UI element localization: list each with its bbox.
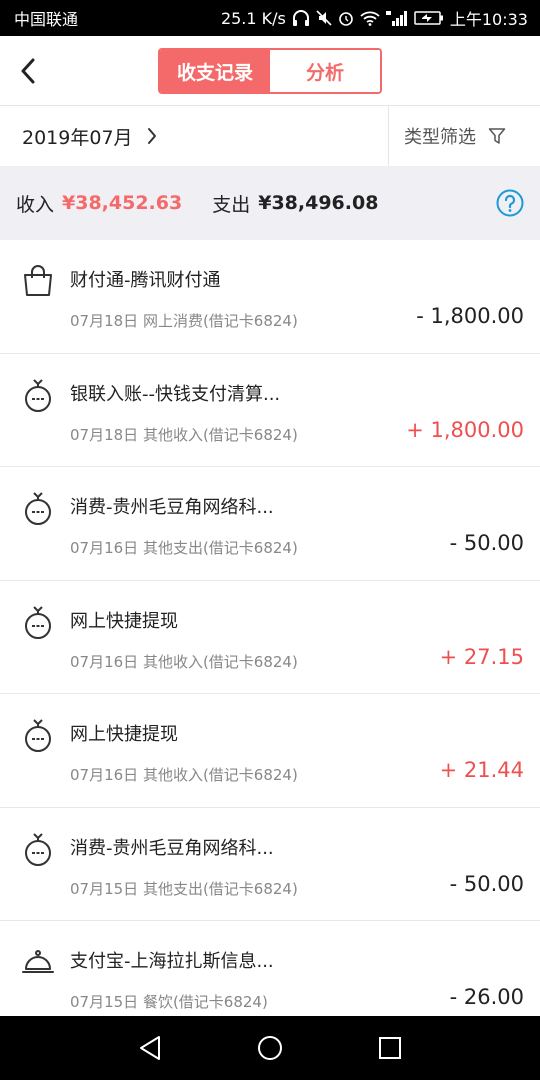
money-bag-icon <box>25 719 51 752</box>
back-button[interactable] <box>10 53 46 89</box>
tab-analysis[interactable]: 分析 <box>270 50 380 92</box>
transaction-subtitle: 07月16日 其他支出(借记卡6824) <box>70 539 298 557</box>
segmented-control: 收支记录 分析 <box>158 48 382 94</box>
month-selector[interactable]: 2019年07月 <box>22 106 157 166</box>
filter-divider <box>388 106 389 166</box>
type-filter-button[interactable]: 类型筛选 <box>404 106 506 166</box>
transaction-amount: + 27.15 <box>439 644 524 669</box>
transaction-row[interactable]: 银联入账--快钱支付清算... 07月18日 其他收入(借记卡6824) + 1… <box>0 353 540 467</box>
transaction-amount: + 1,800.00 <box>406 417 524 442</box>
transaction-title: 网上快捷提现 <box>70 610 178 632</box>
transaction-row[interactable]: 消费-贵州毛豆角网络科... 07月16日 其他支出(借记卡6824) - 50… <box>0 467 540 581</box>
wifi-icon <box>360 11 380 26</box>
carrier-name: 中国联通 <box>14 10 79 29</box>
transaction-title: 银联入账--快钱支付清算... <box>70 383 281 405</box>
income-label: 收入 <box>16 193 55 216</box>
chevron-right-icon <box>147 128 156 144</box>
food-cloche-icon <box>22 950 54 973</box>
nav-home-button[interactable] <box>210 1016 330 1080</box>
help-icon[interactable] <box>496 189 524 217</box>
system-nav-bar <box>0 1016 540 1080</box>
status-bar: 中国联通 25.1 K/s 上午10:33 <box>0 0 540 36</box>
transaction-title: 支付宝-上海拉扎斯信息... <box>70 951 274 972</box>
transaction-subtitle: 07月16日 其他收入(借记卡6824) <box>70 652 298 671</box>
transaction-row[interactable]: 消费-贵州毛豆角网络科... 07月15日 其他支出(借记卡6824) - 50… <box>0 807 540 921</box>
expense-value: ¥38,496.08 <box>258 192 379 214</box>
signal-icon <box>385 11 407 26</box>
money-bag-icon <box>25 492 51 525</box>
transaction-title: 消费-贵州毛豆角网络科... <box>70 497 274 518</box>
transaction-list: 财付通-腾讯财付通 07月18日 网上消费(借记卡6824) - 1,800.0… <box>0 240 540 1035</box>
transaction-amount: - 50.00 <box>449 871 524 896</box>
transaction-subtitle: 07月16日 其他收入(借记卡6824) <box>70 766 298 784</box>
top-header: 收支记录 分析 <box>0 36 540 106</box>
circle-home-icon <box>258 1036 282 1060</box>
summary-bar: 收入 ¥38,452.63 支出 ¥38,496.08 <box>0 166 540 240</box>
funnel-icon <box>488 128 506 144</box>
money-bag-icon <box>25 605 51 639</box>
transaction-row[interactable]: 网上快捷提现 07月16日 其他收入(借记卡6824) + 21.44 <box>0 694 540 808</box>
network-speed: 25.1 K/s <box>220 8 286 28</box>
square-recents-icon <box>379 1037 401 1059</box>
nav-recents-button[interactable] <box>330 1016 450 1080</box>
money-bag-icon <box>25 832 51 866</box>
transaction-title: 财付通-腾讯财付通 <box>70 270 221 291</box>
tab-records[interactable]: 收支记录 <box>160 50 270 92</box>
income-value: ¥38,452.63 <box>62 192 183 214</box>
transaction-title: 网上快捷提现 <box>70 724 178 745</box>
mute-icon <box>316 10 332 26</box>
transaction-subtitle: 07月15日 其他支出(借记卡6824) <box>70 879 298 898</box>
transaction-subtitle: 07月18日 其他收入(借记卡6824) <box>70 425 298 444</box>
transaction-subtitle: 07月15日 餐饮(借记卡6824) <box>70 993 268 1011</box>
transaction-subtitle: 07月18日 网上消费(借记卡6824) <box>70 312 298 330</box>
transaction-amount: - 1,800.00 <box>416 304 524 328</box>
transaction-amount: - 26.00 <box>449 985 524 1009</box>
month-label: 2019年07月 <box>22 126 133 149</box>
battery-icon <box>414 11 443 25</box>
filter-row: 2019年07月 类型筛选 <box>0 106 540 166</box>
shopping-bag-icon <box>24 265 52 296</box>
nav-back-button[interactable] <box>90 1016 210 1080</box>
headphones-icon <box>292 10 309 26</box>
expense-label: 支出 <box>212 193 251 216</box>
transaction-amount: + 21.44 <box>439 758 524 782</box>
transaction-row[interactable]: 网上快捷提现 07月16日 其他收入(借记卡6824) + 27.15 <box>0 580 540 694</box>
chevron-left-icon <box>21 58 35 84</box>
transaction-title: 消费-贵州毛豆角网络科... <box>70 837 274 859</box>
transaction-amount: - 50.00 <box>449 531 524 555</box>
money-bag-icon <box>25 378 51 412</box>
triangle-back-icon <box>140 1036 160 1060</box>
clock: 上午10:33 <box>449 10 528 29</box>
alarm-icon <box>339 12 353 26</box>
transaction-row[interactable]: 财付通-腾讯财付通 07月18日 网上消费(借记卡6824) - 1,800.0… <box>0 240 540 354</box>
type-filter-label: 类型筛选 <box>404 127 476 148</box>
